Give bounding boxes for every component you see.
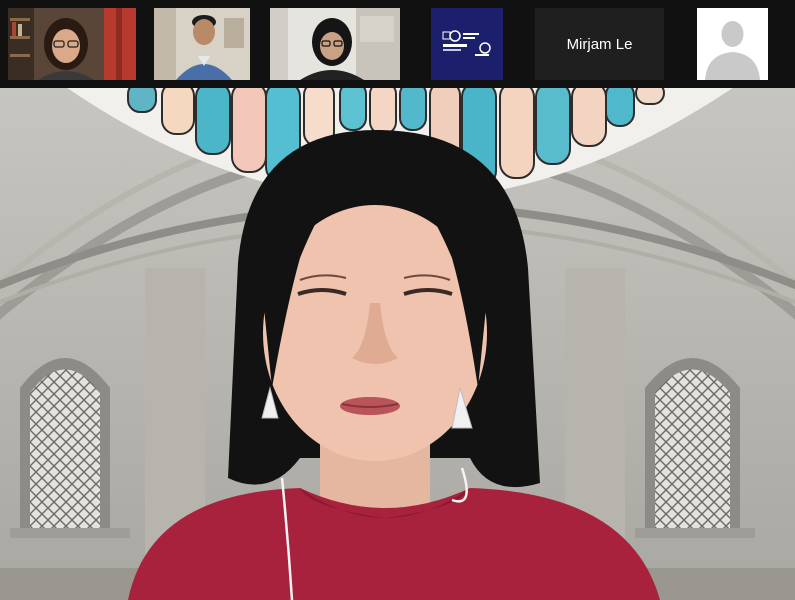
university-logo-video bbox=[431, 8, 503, 80]
active-speaker-video[interactable] bbox=[0, 88, 795, 600]
participant-2-video bbox=[154, 8, 250, 80]
participant-tile-1[interactable] bbox=[8, 8, 136, 80]
participant-tile-6[interactable] bbox=[697, 8, 768, 80]
participant-tile-3[interactable] bbox=[270, 8, 400, 80]
participant-tile-4[interactable] bbox=[431, 8, 503, 80]
participant-1-video bbox=[8, 8, 136, 80]
user-silhouette-icon bbox=[697, 8, 768, 80]
participant-3-video bbox=[270, 8, 400, 80]
participant-tile-5[interactable]: Mirjam Le bbox=[535, 8, 664, 80]
domed-hall-virtual-background bbox=[0, 88, 795, 600]
right-arched-window bbox=[635, 358, 755, 538]
participant-gallery-strip: Mirjam Le bbox=[0, 0, 795, 88]
participant-name: Mirjam Le bbox=[566, 35, 633, 53]
participant-tile-2[interactable] bbox=[154, 8, 250, 80]
